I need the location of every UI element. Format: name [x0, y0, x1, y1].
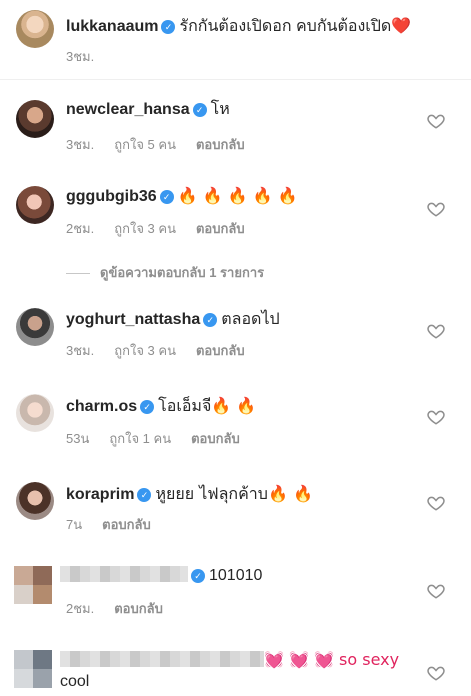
comment-line-continued: cool [60, 672, 89, 692]
verified-badge-icon: ✓ [192, 103, 207, 117]
verified-badge-icon: ✓ [137, 488, 152, 502]
reply-button[interactable]: ตอบกลับ [196, 221, 245, 236]
caption-line: lukkanaaum ✓ รักกันต้องเปิดอก คบกันต้องเปิ… [66, 14, 411, 39]
comment-time: 2ชม. [66, 601, 95, 616]
comment-line: koraprim ✓ หูยยย ไฟลุกค้าบ🔥 🔥 [66, 484, 313, 505]
comment-time: 3ชม. [66, 343, 95, 358]
comment-line: newclear_hansa ✓ โห [66, 100, 230, 120]
comment-username[interactable]: charm.os [66, 398, 137, 415]
comment-meta: 3ชม. ถูกใจ 5 คน ตอบกลับ [66, 134, 265, 155]
verified-badge-icon: ✓ [191, 569, 205, 583]
like-heart-icon[interactable] [427, 408, 445, 426]
comment-time: 2ชม. [66, 221, 95, 236]
avatar[interactable] [16, 308, 54, 346]
like-heart-icon[interactable] [427, 112, 445, 130]
like-heart-icon[interactable] [427, 494, 445, 512]
comment-username[interactable]: koraprim [66, 486, 134, 503]
avatar[interactable] [14, 650, 52, 688]
comment-text: 🔥 🔥 🔥 🔥 🔥 [177, 186, 298, 205]
comment-item: gggubgib36 ✓ 🔥 🔥 🔥 🔥 🔥 2ชม. ถูกใจ 3 คน ตอบกล… [0, 166, 471, 256]
verified-badge-icon: ✓ [203, 313, 218, 327]
comment-text-continued: cool [60, 673, 90, 690]
comment-time: 53น [66, 431, 90, 446]
verified-badge-icon: ✓ [140, 400, 155, 414]
view-replies-button[interactable]: ดูข้อความตอบกลับ 1 รายการ [66, 262, 264, 283]
comment-text: โอเอ็มจี🔥 🔥 [158, 396, 257, 415]
comment-likes[interactable]: ถูกใจ 1 คน [109, 431, 171, 446]
comment-item: 💓 💓 💓 so sexy cool [0, 642, 471, 696]
comment-meta: 3ชม. ถูกใจ 3 คน ตอบกลับ [66, 340, 265, 361]
reply-button[interactable]: ตอบกลับ [114, 601, 163, 616]
verified-badge-icon: ✓ [159, 190, 174, 204]
view-replies-label: ดูข้อความตอบกลับ 1 รายการ [100, 265, 265, 280]
avatar[interactable] [16, 394, 54, 432]
comment-item: koraprim ✓ หูยยย ไฟลุกค้าบ🔥 🔥 7น ตอบกลับ [0, 466, 471, 550]
comment-meta: 2ชม. ถูกใจ 3 คน ตอบกลับ [66, 218, 265, 239]
comment-text: หูยยย ไฟลุกค้าบ🔥 🔥 [155, 484, 313, 503]
comment-username[interactable]: yoghurt_nattasha [66, 311, 200, 328]
heart-emoji: ❤️ [391, 16, 412, 35]
comment-username[interactable]: gggubgib36 [66, 188, 157, 205]
comment-item: yoghurt_nattasha ✓ ตลอดไป 3ชม. ถูกใจ 3 คน ตอ… [0, 290, 471, 370]
redacted-username[interactable] [60, 651, 264, 667]
reply-button[interactable]: ตอบกลับ [191, 431, 240, 446]
verified-badge-icon: ✓ [161, 20, 176, 34]
reply-button[interactable]: ตอบกลับ [196, 343, 245, 358]
comment-line: charm.os ✓ โอเอ็มจี🔥 🔥 [66, 396, 256, 417]
like-heart-icon[interactable] [427, 200, 445, 218]
reply-button[interactable]: ตอบกลับ [102, 517, 151, 532]
comment-text: โห [210, 101, 230, 118]
comment-item: newclear_hansa ✓ โห 3ชม. ถูกใจ 5 คน ตอบกลับ [0, 80, 471, 160]
redacted-username[interactable] [60, 566, 188, 582]
avatar[interactable] [14, 566, 52, 604]
comment-text: ตลอดไป [221, 311, 280, 328]
comment-meta: 53น ถูกใจ 1 คน ตอบกลับ [66, 428, 260, 449]
like-heart-icon[interactable] [427, 582, 445, 600]
comment-username[interactable]: newclear_hansa [66, 101, 190, 118]
comment-meta: 7น ตอบกลับ [66, 514, 171, 535]
avatar[interactable] [16, 482, 54, 520]
avatar[interactable] [16, 10, 54, 48]
comment-likes[interactable]: ถูกใจ 3 คน [114, 343, 176, 358]
caption-time: 3ชม. [66, 49, 95, 64]
comment-meta: 2ชม. ตอบกลับ [66, 598, 183, 619]
comment-line: 💓 💓 💓 so sexy [60, 650, 399, 671]
comment-likes[interactable]: ถูกใจ 5 คน [114, 137, 176, 152]
post-caption: lukkanaaum ✓ รักกันต้องเปิดอก คบกันต้องเปิ… [0, 0, 471, 80]
avatar[interactable] [16, 100, 54, 138]
comment-text: 💓 💓 💓 so sexy [264, 650, 400, 669]
like-heart-icon[interactable] [427, 664, 445, 682]
comment-item: ✓ 101010 2ชม. ตอบกลับ [0, 556, 471, 636]
caption-username[interactable]: lukkanaaum [66, 18, 158, 35]
comment-text: 101010 [209, 567, 263, 584]
caption-text: รักกันต้องเปิดอก คบกันต้องเปิด [179, 18, 392, 35]
comment-time: 3ชม. [66, 137, 95, 152]
replies-divider [66, 273, 90, 275]
comment-item: charm.os ✓ โอเอ็มจี🔥 🔥 53น ถูกใจ 1 คน ตอบกลั… [0, 376, 471, 460]
comment-likes[interactable]: ถูกใจ 3 คน [114, 221, 176, 236]
avatar[interactable] [16, 186, 54, 224]
like-heart-icon[interactable] [427, 322, 445, 340]
reply-button[interactable]: ตอบกลับ [196, 137, 245, 152]
comment-time: 7น [66, 517, 83, 532]
comment-line: ✓ 101010 [60, 566, 262, 586]
comment-line: yoghurt_nattasha ✓ ตลอดไป [66, 310, 280, 330]
comment-line: gggubgib36 ✓ 🔥 🔥 🔥 🔥 🔥 [66, 186, 298, 207]
